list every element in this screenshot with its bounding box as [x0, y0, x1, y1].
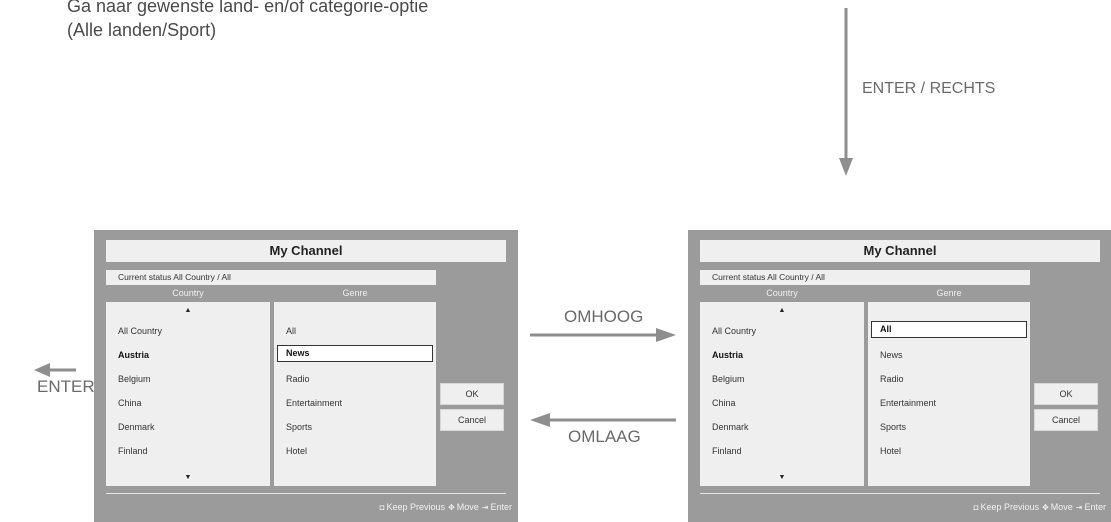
genre-item-selected[interactable]: All — [871, 321, 1027, 338]
instruction-text: Ga naar gewenste land- en/of categorie-o… — [67, 0, 428, 42]
genre-item[interactable]: Radio — [880, 374, 904, 384]
country-item[interactable]: China — [712, 398, 736, 408]
genre-item[interactable]: Sports — [880, 422, 906, 432]
keep-previous-icon: ◘ — [973, 503, 979, 512]
up-label: OMHOOG — [564, 307, 644, 326]
country-header: Country — [172, 288, 204, 298]
enter-icon: ⇥ — [481, 503, 489, 512]
move-icon: ✥ — [1042, 503, 1049, 512]
country-list: ▲ ▼ All Country Austria Belgium China Denmark F… — [106, 302, 270, 486]
country-item[interactable]: Finland — [712, 446, 742, 456]
footer-hints: ◘ Keep Previous ✥ Move ⇥ Enter — [380, 502, 512, 512]
enter-icon: ⇥ — [1075, 503, 1083, 512]
current-status: Current status All Country / All — [106, 270, 436, 285]
scroll-down-icon[interactable]: ▼ — [700, 474, 864, 481]
move-label: Move — [1050, 502, 1073, 512]
genre-item[interactable]: All — [286, 326, 296, 336]
genre-item[interactable]: Hotel — [286, 446, 307, 456]
genre-item[interactable]: Sports — [286, 422, 312, 432]
cancel-button[interactable]: Cancel — [440, 409, 504, 431]
scroll-up-icon[interactable]: ▲ — [700, 307, 864, 314]
genre-item[interactable]: Radio — [286, 374, 310, 384]
country-item[interactable]: China — [118, 398, 142, 408]
cancel-button[interactable]: Cancel — [1034, 409, 1098, 431]
country-list: ▲ ▼ All Country Austria Belgium China Denmark F… — [700, 302, 864, 486]
genre-item[interactable]: Hotel — [880, 446, 901, 456]
instruction-line-2: (Alle landen/Sport) — [67, 20, 217, 40]
country-header: Country — [766, 288, 798, 298]
footer-hints: ◘ Keep Previous ✥ Move ⇥ Enter — [974, 502, 1106, 512]
ok-button[interactable]: OK — [1034, 383, 1098, 405]
genre-header: Genre — [342, 288, 368, 298]
right-arrow — [530, 328, 676, 342]
genre-item[interactable]: Entertainment — [286, 398, 342, 408]
genre-list: All News Radio Entertainment Sports Hotel — [274, 302, 436, 486]
country-item[interactable]: Austria — [712, 350, 743, 360]
move-icon: ✥ — [448, 503, 455, 512]
country-item[interactable]: Finland — [118, 446, 148, 456]
panel-title: My Channel — [700, 240, 1100, 262]
country-item[interactable]: All Country — [118, 326, 162, 336]
keep-previous-icon: ◘ — [379, 503, 385, 512]
genre-list: All News Radio Entertainment Sports Hotel — [868, 302, 1030, 486]
instruction-line-1: Ga naar gewenste land- en/of categorie-o… — [67, 0, 429, 16]
genre-item[interactable]: Entertainment — [880, 398, 936, 408]
down-arrow — [839, 8, 853, 176]
scroll-up-icon[interactable]: ▲ — [106, 307, 270, 314]
keep-previous-label: Keep Previous — [980, 502, 1040, 512]
move-label: Move — [456, 502, 479, 512]
enter-right-label: ENTER / RECHTS — [862, 80, 996, 97]
genre-item[interactable]: News — [880, 350, 903, 360]
genre-header: Genre — [936, 288, 962, 298]
current-status: Current status All Country / All — [700, 270, 1030, 285]
panel-title: My Channel — [106, 240, 506, 262]
scroll-down-icon[interactable]: ▼ — [106, 474, 270, 481]
enter-label: Enter — [490, 502, 512, 512]
country-item[interactable]: Denmark — [712, 422, 749, 432]
keep-previous-label: Keep Previous — [386, 502, 446, 512]
country-item[interactable]: Belgium — [118, 374, 151, 384]
enter-label: Enter — [1084, 502, 1106, 512]
ok-button[interactable]: OK — [440, 383, 504, 405]
my-channel-panel-right: My Channel Current status All Country / A… — [688, 230, 1111, 522]
my-channel-panel-left: My Channel Current status All Country / A… — [94, 230, 518, 522]
country-item[interactable]: Belgium — [712, 374, 745, 384]
footer-divider — [700, 493, 1100, 494]
country-item[interactable]: Denmark — [118, 422, 155, 432]
enter-label: ENTER — [37, 377, 95, 396]
genre-item-selected[interactable]: News — [277, 345, 433, 362]
down-label: OMLAAG — [568, 427, 641, 446]
country-item[interactable]: Austria — [118, 350, 149, 360]
footer-divider — [106, 493, 506, 494]
country-item[interactable]: All Country — [712, 326, 756, 336]
